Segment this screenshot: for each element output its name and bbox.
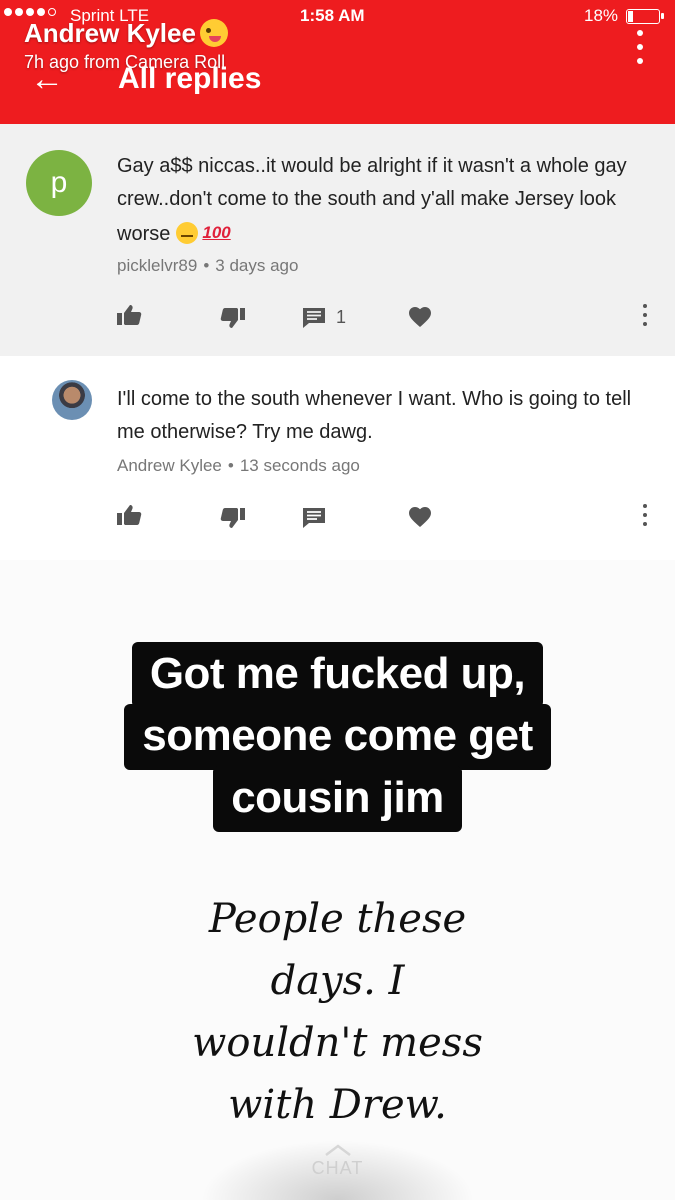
- handwritten-note: People these days. I wouldn't mess with …: [0, 888, 675, 1136]
- hundred-points-emoji-icon: 100: [202, 223, 231, 242]
- battery-percent: 18%: [584, 6, 619, 25]
- comment-text: Gay a$$ niccas..it would be alright if i…: [117, 150, 645, 251]
- expressionless-emoji-icon: [176, 222, 199, 244]
- like-thumb-up-icon[interactable]: [116, 504, 142, 526]
- reply-comment-icon[interactable]: [302, 307, 326, 329]
- heart-icon[interactable]: [408, 306, 432, 328]
- caption-line: Got me fucked up,: [131, 642, 544, 708]
- caption-line: cousin jim: [213, 766, 462, 832]
- handwritten-line: People these: [208, 896, 467, 942]
- signal-strength-icon: [4, 8, 56, 16]
- chat-button[interactable]: CHAT: [200, 1140, 475, 1200]
- comment-actions: 1: [0, 304, 675, 334]
- chevron-up-icon: [324, 1144, 351, 1156]
- avatar[interactable]: [52, 380, 92, 420]
- dislike-thumb-down-icon[interactable]: [220, 507, 246, 529]
- winking-tongue-emoji-icon: [199, 19, 228, 47]
- story-author-name: Andrew Kylee: [24, 18, 228, 49]
- heart-icon[interactable]: [408, 506, 432, 528]
- caption-line: someone come get: [124, 704, 551, 770]
- battery-icon: [626, 9, 664, 24]
- comment-text: I'll come to the south whenever I want. …: [117, 388, 632, 443]
- comment-time: 3 days ago: [215, 256, 299, 275]
- back-arrow-icon[interactable]: ←: [30, 62, 64, 96]
- app-header: Sprint LTE 1:58 AM 18% Andrew Kylee 7h a…: [0, 0, 675, 124]
- comment-item: p Gay a$$ niccas..it would be alright if…: [0, 124, 675, 356]
- comment-author[interactable]: picklelvr89: [117, 256, 197, 275]
- chat-label: CHAT: [311, 1158, 364, 1178]
- like-thumb-up-icon[interactable]: [116, 304, 142, 326]
- handwritten-line: with Drew.: [228, 1082, 447, 1128]
- reply-comment-icon[interactable]: [302, 507, 326, 529]
- story-more-options-icon[interactable]: [634, 30, 646, 64]
- page-title: All replies: [118, 62, 262, 95]
- comment-more-options-icon[interactable]: [640, 504, 650, 526]
- story-caption: Got me fucked up, someone come get cousi…: [0, 642, 675, 832]
- comment-author[interactable]: Andrew Kylee: [117, 456, 222, 475]
- dislike-thumb-down-icon[interactable]: [220, 307, 246, 329]
- avatar[interactable]: p: [26, 150, 92, 216]
- comment-item: I'll come to the south whenever I want. …: [0, 356, 675, 560]
- comment-more-options-icon[interactable]: [640, 304, 650, 326]
- comment-time: 13 seconds ago: [239, 456, 360, 475]
- reply-count: 1: [336, 307, 347, 327]
- handwritten-line: wouldn't mess: [192, 1020, 483, 1066]
- handwritten-line: days. I: [270, 958, 405, 1004]
- comment-meta: picklelvr89 • 3 days ago: [117, 256, 299, 275]
- status-time: 1:58 AM: [300, 6, 365, 25]
- comment-actions: [0, 504, 675, 534]
- comment-meta: Andrew Kylee • 13 seconds ago: [117, 456, 360, 475]
